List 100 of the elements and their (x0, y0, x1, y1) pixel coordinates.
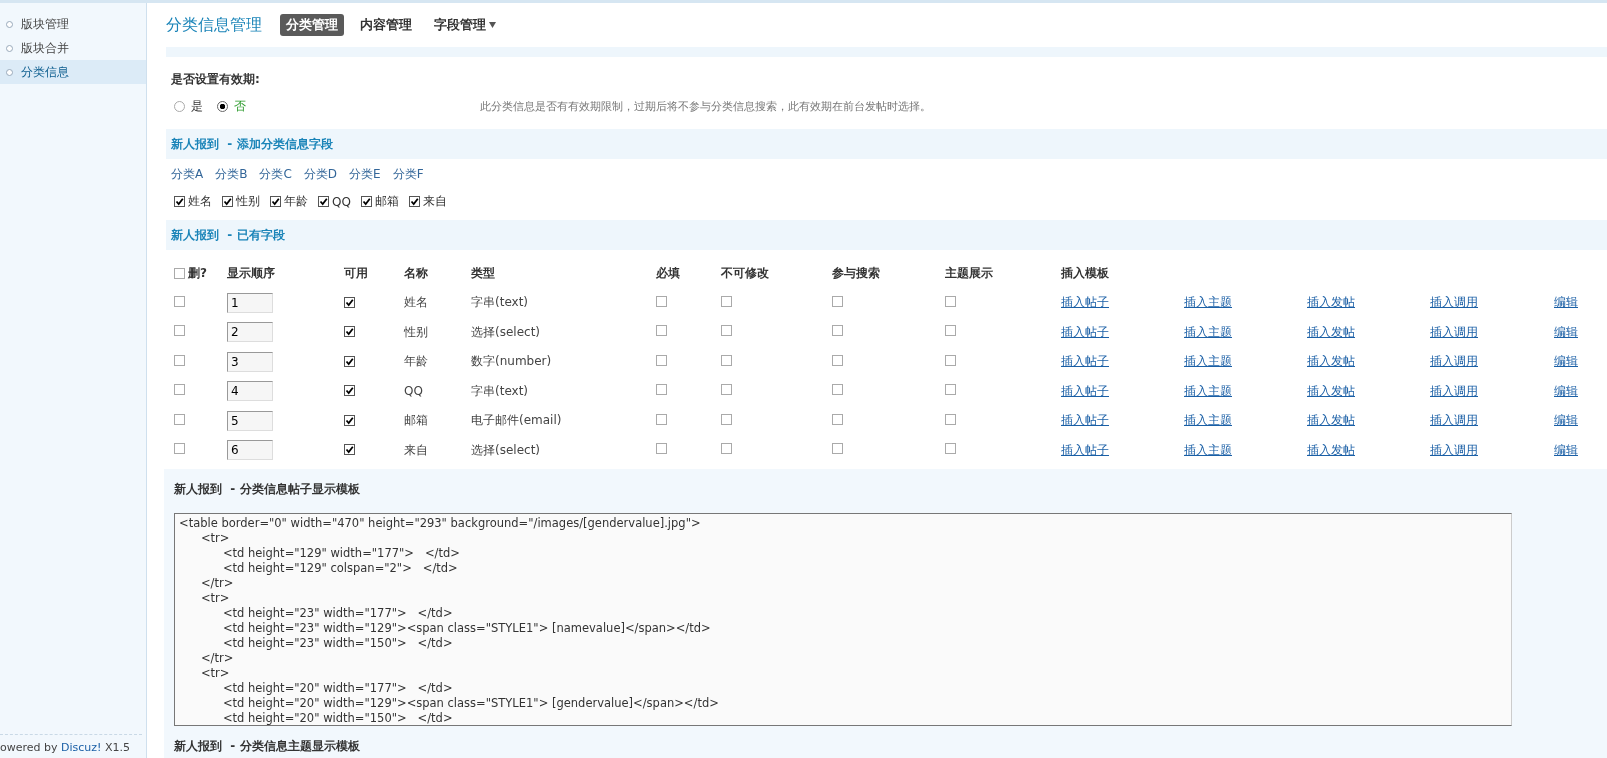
checkbox[interactable] (945, 325, 956, 337)
category-link[interactable]: 分类F (392, 166, 424, 183)
checkbox[interactable] (945, 413, 956, 425)
checkbox[interactable] (174, 196, 185, 207)
table-link[interactable]: 插入发帖 (1307, 441, 1355, 459)
table-link[interactable]: 插入帖子 (1061, 294, 1109, 312)
table-link[interactable]: 插入调用 (1430, 353, 1478, 371)
table-link[interactable]: 插入主题 (1184, 441, 1232, 459)
category-link[interactable]: 分类A (171, 166, 204, 183)
table-link[interactable]: 插入调用 (1430, 441, 1478, 459)
category-link[interactable]: 分类C (259, 166, 292, 183)
checkbox[interactable] (656, 295, 667, 307)
order-input[interactable]: 5 (227, 410, 273, 431)
sidebar-item[interactable]: 版块管理 (0, 12, 146, 36)
order-input[interactable]: 4 (227, 381, 273, 402)
checkbox[interactable] (721, 413, 732, 425)
column-header: 类型 (471, 264, 496, 282)
checkbox[interactable] (270, 196, 281, 207)
table-link[interactable]: 插入帖子 (1061, 441, 1109, 459)
checkbox[interactable] (360, 196, 372, 207)
order-input[interactable]: 2 (227, 322, 273, 343)
checkbox[interactable] (344, 414, 355, 426)
checkbox[interactable] (832, 443, 843, 455)
table-link[interactable]: 插入帖子 (1061, 382, 1109, 400)
table-link[interactable]: 插入主题 (1184, 353, 1232, 371)
checkbox[interactable] (945, 384, 956, 396)
checkbox[interactable] (344, 296, 355, 308)
checkbox[interactable] (408, 196, 420, 207)
table-link[interactable]: 编辑 (1554, 323, 1578, 341)
order-input[interactable]: 6 (227, 440, 273, 461)
table-link[interactable]: 插入主题 (1184, 323, 1232, 341)
table-link[interactable]: 编辑 (1554, 412, 1578, 430)
tab[interactable]: 内容管理 (354, 14, 418, 36)
table-link[interactable]: 插入主题 (1184, 382, 1232, 400)
checkbox[interactable] (344, 444, 355, 456)
checkbox[interactable] (945, 295, 956, 307)
checkbox[interactable] (656, 413, 667, 425)
checkbox[interactable] (945, 354, 956, 366)
table-link[interactable]: 编辑 (1554, 353, 1578, 371)
table-link[interactable]: 插入帖子 (1061, 353, 1109, 371)
table-link[interactable]: 插入发帖 (1307, 294, 1355, 312)
table-link[interactable]: 插入发帖 (1307, 353, 1355, 371)
checkbox[interactable] (174, 354, 185, 366)
category-link[interactable]: 分类D (303, 166, 338, 183)
checkbox[interactable] (721, 295, 732, 307)
table-link[interactable]: 编辑 (1554, 382, 1578, 400)
table-link[interactable]: 插入调用 (1430, 294, 1478, 312)
checkbox[interactable] (656, 354, 667, 366)
order-input[interactable]: 1 (227, 292, 273, 313)
order-input[interactable]: 3 (227, 351, 273, 372)
checkbox[interactable] (832, 413, 843, 425)
checkbox[interactable] (721, 384, 732, 396)
checkbox[interactable] (318, 196, 329, 207)
tab[interactable]: 字段管理 (428, 14, 502, 36)
checkbox[interactable] (721, 443, 732, 455)
table-cell-text: QQ (404, 384, 424, 399)
checkbox[interactable] (344, 326, 355, 338)
tab[interactable]: 分类管理 (280, 14, 344, 36)
caret-icon (489, 22, 496, 28)
category-link[interactable]: 分类B (215, 166, 248, 183)
table-link[interactable]: 插入帖子 (1061, 323, 1109, 341)
discuz-link[interactable]: Discuz! (61, 741, 102, 754)
checkbox[interactable] (174, 325, 185, 337)
checkbox[interactable] (656, 443, 667, 455)
sidebar-item[interactable]: 版块合并 (0, 36, 146, 60)
checkbox[interactable] (174, 267, 185, 279)
checkbox[interactable] (832, 295, 843, 307)
checkbox[interactable] (344, 385, 355, 397)
checkbox[interactable] (656, 325, 667, 337)
sidebar-item[interactable]: 分类信息 (0, 60, 146, 84)
table-link[interactable]: 插入发帖 (1307, 412, 1355, 430)
checkbox[interactable] (174, 413, 185, 425)
table-link[interactable]: 插入主题 (1184, 412, 1232, 430)
table-link[interactable]: 插入调用 (1430, 382, 1478, 400)
checkbox[interactable] (344, 355, 355, 367)
checkbox[interactable] (721, 354, 732, 366)
column-header: 不可修改 (721, 264, 770, 282)
checkbox[interactable] (174, 295, 185, 307)
checkbox[interactable] (222, 196, 233, 207)
checkbox[interactable] (174, 443, 185, 455)
checkbox-label: 邮箱 (374, 193, 399, 210)
checkbox[interactable] (832, 354, 843, 366)
code-field[interactable]: <table border="0" width="470" height="293" background="/images/[gendervalue].jpg"> <tr> <td height="129" width="177"> </td> <td height="129" colspan="2"> </td> </tr> <tr> <td height="23" width="177"> </td> <td height="23" width="129"><span class="STYLE1"> [namevalue]</span></td> <td height="23" width="150"> </td> </tr> <tr> <td height="20" width="177"> </td> <td height="20" width="129"><span class="STYLE1"> [gendervalue]</span></td> <td height="20" width="150"> </td> (174, 513, 1512, 726)
table-link[interactable]: 插入主题 (1184, 294, 1232, 312)
checkbox[interactable] (945, 443, 956, 455)
table-link[interactable]: 插入调用 (1430, 323, 1478, 341)
checkbox[interactable] (174, 384, 185, 396)
table-link[interactable]: 编辑 (1554, 294, 1578, 312)
table-link[interactable]: 插入调用 (1430, 412, 1478, 430)
checkbox[interactable] (832, 384, 843, 396)
table-link[interactable]: 编辑 (1554, 441, 1578, 459)
table-link[interactable]: 插入帖子 (1061, 412, 1109, 430)
category-link[interactable]: 分类E (349, 166, 381, 183)
checkbox[interactable] (832, 325, 843, 337)
checkbox[interactable] (656, 384, 667, 396)
radio-option[interactable]: 是 (174, 98, 203, 115)
checkbox[interactable] (721, 325, 732, 337)
table-link[interactable]: 插入发帖 (1307, 323, 1355, 341)
table-link[interactable]: 插入发帖 (1307, 382, 1355, 400)
radio-option[interactable]: 否 (217, 98, 246, 115)
